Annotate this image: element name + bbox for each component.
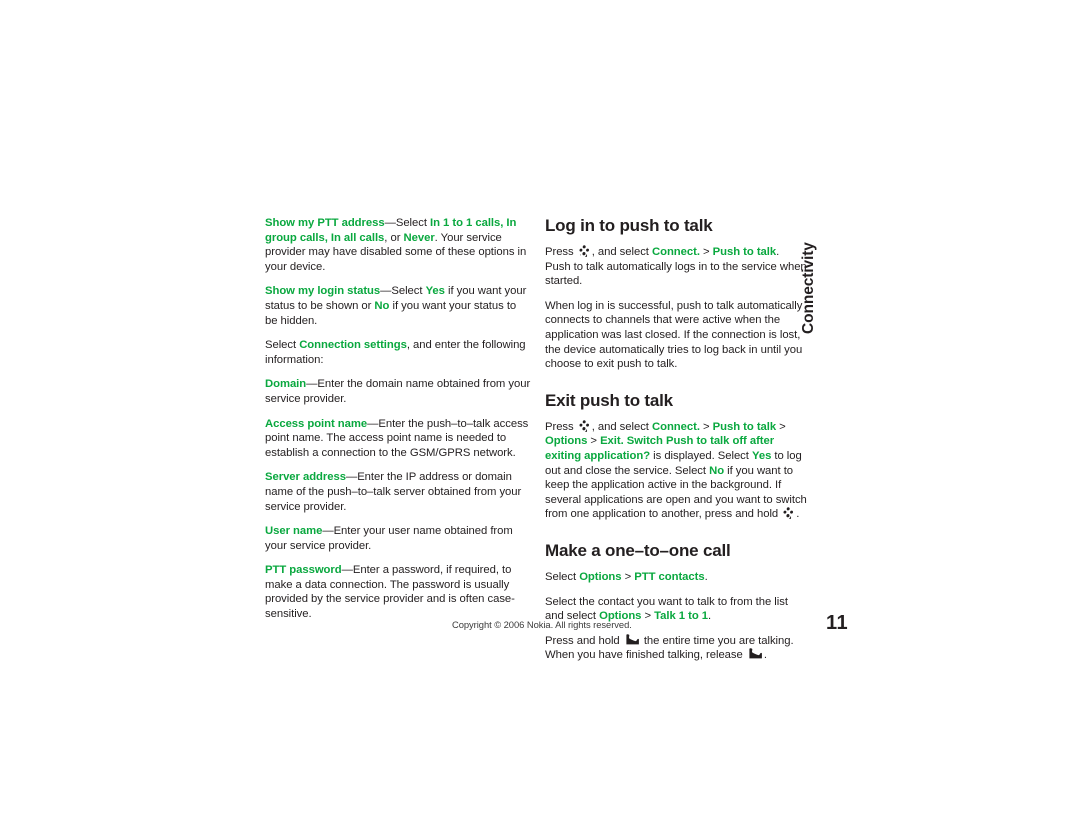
paragraph-exit-instructions: Press , and select Connect. > Push to ta… xyxy=(545,420,807,522)
menu-path-connect: Connect. xyxy=(651,246,700,258)
text-lead: Press xyxy=(545,246,577,258)
call-key-icon xyxy=(625,633,639,645)
paragraph-log-in-instructions: Press , and select Connect. > Push to ta… xyxy=(545,245,807,289)
option-yes: Yes xyxy=(751,449,772,462)
option-no: No xyxy=(374,299,390,312)
term-show-my-login-status: Show my login status xyxy=(265,285,381,298)
menu-key-icon xyxy=(783,507,794,520)
menu-path-ptt-contacts: PTT contacts xyxy=(634,570,705,583)
menu-path-connect: Connect. xyxy=(651,420,700,433)
paragraph-user-name: User name—Enter your user name obtained … xyxy=(265,524,531,553)
manual-page: Show my PTT address—Select In 1 to 1 cal… xyxy=(0,0,1080,834)
text-separator: > xyxy=(587,435,601,448)
option-yes: Yes xyxy=(425,285,445,298)
text-separator: > xyxy=(621,570,635,583)
text-after-key: , and select xyxy=(591,420,652,433)
text-lead: Select xyxy=(545,570,580,583)
menu-path-options: Options xyxy=(579,570,622,583)
text-tail: . xyxy=(796,508,800,521)
call-key-icon xyxy=(748,648,762,659)
text-dash: —Select xyxy=(384,217,431,229)
text-tail: . xyxy=(704,570,708,583)
text-mid: is displayed. Select xyxy=(650,449,752,462)
right-text-column: Log in to push to talk Press , and selec… xyxy=(545,216,807,663)
text-tail: . xyxy=(708,610,712,623)
paragraph-access-point-name: Access point name—Enter the push–to–talk… xyxy=(265,417,531,461)
menu-path-push-to-talk: Push to talk xyxy=(712,420,777,433)
chapter-side-tab-label: Connectivity xyxy=(800,242,817,334)
page-number: 11 xyxy=(826,612,849,634)
text-dash: —Select xyxy=(380,285,426,298)
paragraph-domain: Domain—Enter the domain name obtained fr… xyxy=(265,377,531,406)
heading-log-in-to-push-to-talk: Log in to push to talk xyxy=(545,216,713,235)
paragraph-log-in-behaviour: When log in is successful, push to talk … xyxy=(545,299,803,371)
paragraph-press-and-hold-call-key: Press and hold the entire time you are t… xyxy=(545,633,807,663)
left-text-column: Show my PTT address—Select In 1 to 1 cal… xyxy=(265,216,531,622)
text-after-key: , and select xyxy=(591,246,652,258)
heading-make-a-one-to-one-call: Make a one–to–one call xyxy=(545,540,731,560)
term-access-point-name: Access point name xyxy=(265,417,368,430)
text-separator: > xyxy=(699,246,713,258)
text-separator: > xyxy=(641,610,655,623)
text-tail: . xyxy=(763,649,767,662)
menu-key-icon xyxy=(579,420,590,432)
menu-key-icon xyxy=(579,245,590,257)
menu-path-exit: Exit. xyxy=(600,435,624,448)
term-show-my-ptt-address: Show my PTT address xyxy=(265,217,385,229)
term-domain: Domain xyxy=(265,378,307,391)
option-never: Never xyxy=(403,231,435,244)
text-separator: > xyxy=(699,420,713,433)
heading-exit-push-to-talk: Exit push to talk xyxy=(545,390,673,410)
term-ptt-password: PTT password xyxy=(265,564,342,577)
paragraph-show-my-login-status: Show my login status—Select Yes if you w… xyxy=(265,284,531,328)
paragraph-server-address: Server address—Enter the IP address or d… xyxy=(265,470,531,514)
menu-path-talk-1-to-1: Talk 1 to 1 xyxy=(654,610,709,623)
paragraph-ptt-password: PTT password—Enter a password, if requir… xyxy=(265,563,531,621)
chapter-side-tab: Connectivity xyxy=(800,214,846,334)
term-server-address: Server address xyxy=(265,471,346,484)
paragraph-select-ptt-contacts: Select Options > PTT contacts. xyxy=(545,570,807,585)
menu-path-push-to-talk: Push to talk xyxy=(712,246,777,258)
paragraph-connection-settings: Select Connection settings, and enter th… xyxy=(265,338,531,367)
term-user-name: User name xyxy=(265,525,323,538)
text-lead: Select xyxy=(265,339,300,352)
text-or: , or xyxy=(384,231,404,244)
paragraph-show-my-ptt-address: Show my PTT address—Select In 1 to 1 cal… xyxy=(265,216,531,274)
text-lead: Press and hold xyxy=(545,634,623,647)
menu-path-options: Options xyxy=(545,435,588,448)
option-no: No xyxy=(709,464,725,477)
text-separator: > xyxy=(776,420,786,433)
term-connection-settings: Connection settings xyxy=(299,339,407,352)
footer-copyright: Copyright © 2006 Nokia. All rights reser… xyxy=(452,619,632,630)
text-lead: Press xyxy=(545,420,577,433)
